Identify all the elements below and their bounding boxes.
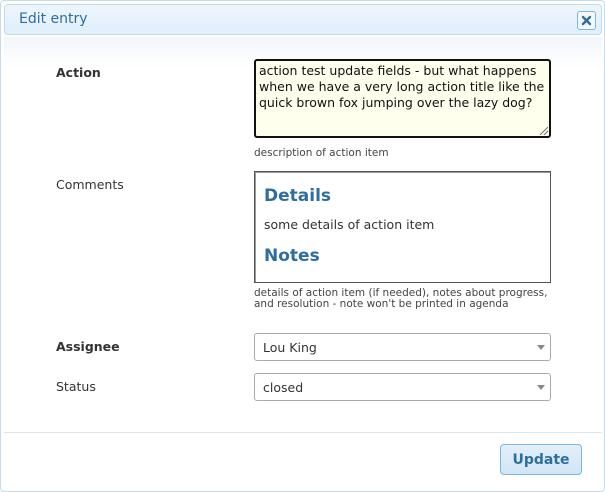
assignee-select[interactable]: Lou King xyxy=(254,333,551,361)
footer-divider xyxy=(4,432,602,433)
status-value: closed xyxy=(263,380,304,395)
comments-paragraph: some details of action item xyxy=(264,217,435,232)
update-button[interactable]: Update xyxy=(500,444,582,475)
status-select[interactable]: closed xyxy=(254,373,551,401)
close-icon xyxy=(581,15,592,26)
action-label: Action xyxy=(56,65,101,80)
dialog-title: Edit entry xyxy=(19,11,88,27)
close-button[interactable] xyxy=(577,11,596,30)
action-help-text: description of action item xyxy=(254,147,389,159)
action-text: action test update fields - but what hap… xyxy=(259,63,545,110)
action-textarea[interactable]: action test update fields - but what hap… xyxy=(254,59,551,138)
assignee-label: Assignee xyxy=(56,339,120,354)
comments-heading-details: Details xyxy=(264,186,332,206)
comments-heading-notes: Notes xyxy=(264,246,320,266)
status-label: Status xyxy=(56,379,96,394)
comments-help-text: details of action item (if needed), note… xyxy=(254,287,548,310)
assignee-value: Lou King xyxy=(263,340,317,355)
edit-entry-dialog: Edit entry Action action test update fie… xyxy=(0,0,605,492)
comments-label: Comments xyxy=(56,177,124,192)
dialog-titlebar[interactable]: Edit entry xyxy=(4,4,602,35)
resize-handle[interactable] xyxy=(540,127,548,135)
comments-editor[interactable]: Details some details of action item Note… xyxy=(254,171,551,283)
chevron-down-icon xyxy=(537,385,545,390)
chevron-down-icon xyxy=(537,345,545,350)
